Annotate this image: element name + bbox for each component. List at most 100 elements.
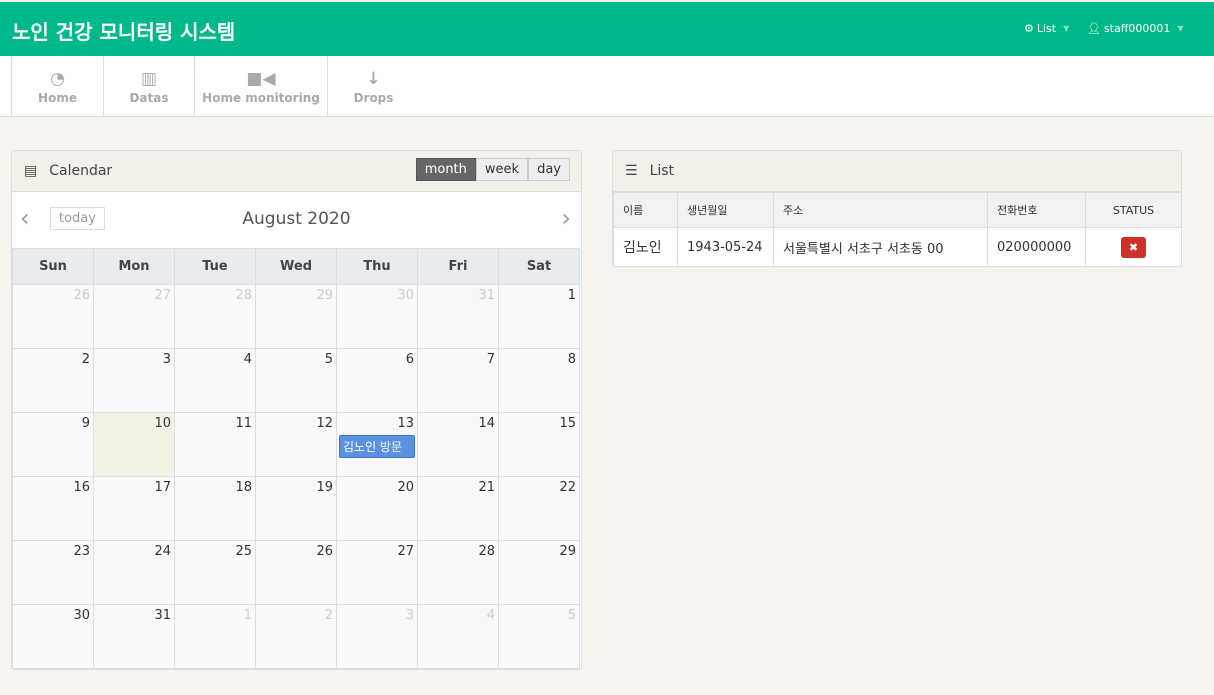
day-number: 14 <box>478 416 495 431</box>
day-number: 28 <box>235 288 252 303</box>
list-menu[interactable]: ⚙ List ▼ <box>1024 22 1069 35</box>
day-number: 1 <box>243 608 252 623</box>
weekday-header: Sun <box>12 248 94 285</box>
day-cell[interactable]: 5 <box>255 348 337 413</box>
day-cell[interactable]: 1 <box>498 284 580 349</box>
nav-home[interactable]: ◔ Home <box>11 56 103 117</box>
day-number: 11 <box>235 416 252 431</box>
day-number: 28 <box>478 544 495 559</box>
day-cell[interactable]: 23 <box>12 540 94 605</box>
cell-address: 서울특별시 서초구 서초동 00 <box>773 227 988 267</box>
month-title: August 2020 <box>242 209 351 229</box>
day-number: 18 <box>235 480 252 495</box>
day-number: 27 <box>397 544 414 559</box>
day-cell[interactable]: 20 <box>336 476 418 541</box>
day-cell[interactable]: 1 <box>174 604 256 669</box>
day-number: 16 <box>73 480 90 495</box>
day-cell[interactable]: 2 <box>255 604 337 669</box>
weekday-header: Tue <box>174 248 256 285</box>
user-menu[interactable]: 👤︎ staff000001 ▼ <box>1087 22 1183 35</box>
day-number: 24 <box>154 544 171 559</box>
nav-datas[interactable]: ▥ Datas <box>103 56 194 117</box>
nav-drops[interactable]: ↓ Drops <box>327 56 419 117</box>
day-number: 8 <box>567 352 576 367</box>
day-cell[interactable]: 4 <box>417 604 499 669</box>
day-cell[interactable]: 18 <box>174 476 256 541</box>
day-cell[interactable]: 22 <box>498 476 580 541</box>
day-cell[interactable]: 10 <box>93 412 175 477</box>
cell-birth: 1943-05-24 <box>677 227 774 267</box>
view-week-button[interactable]: week <box>475 158 529 181</box>
gear-icon: ⚙ <box>1024 22 1034 35</box>
day-cell[interactable]: 5 <box>498 604 580 669</box>
calendar-toolbar: ‹ today August 2020 › <box>12 192 581 248</box>
caret-down-icon: ▼ <box>1177 24 1184 33</box>
day-cell[interactable]: 25 <box>174 540 256 605</box>
nav-label: Drops <box>353 90 394 105</box>
day-cell[interactable]: 31 <box>417 284 499 349</box>
day-cell[interactable]: 31 <box>93 604 175 669</box>
top-bar: 노인 건강 모니터링 시스템 ⚙ List ▼ 👤︎ staff000001 ▼ <box>0 2 1214 56</box>
day-cell[interactable]: 8 <box>498 348 580 413</box>
cell-name: 김노인 <box>613 227 678 267</box>
day-cell[interactable]: 29 <box>255 284 337 349</box>
day-number: 13 <box>397 416 414 431</box>
day-cell[interactable]: 2 <box>12 348 94 413</box>
delete-button[interactable]: ✖ <box>1121 236 1146 258</box>
cell-status: ✖ <box>1085 227 1182 267</box>
day-cell[interactable]: 21 <box>417 476 499 541</box>
day-number: 26 <box>73 288 90 303</box>
day-cell[interactable]: 30 <box>12 604 94 669</box>
day-cell[interactable]: 19 <box>255 476 337 541</box>
day-cell[interactable]: 26 <box>12 284 94 349</box>
day-number: 23 <box>73 544 90 559</box>
calendar-event[interactable]: 김노인 방문 <box>339 435 415 458</box>
day-cell[interactable]: 27 <box>93 284 175 349</box>
day-cell[interactable]: 30 <box>336 284 418 349</box>
day-number: 7 <box>486 352 495 367</box>
view-day-button[interactable]: day <box>528 158 570 181</box>
table-header-row: 이름 생년월일 주소 전화번호 STATUS <box>613 192 1182 228</box>
day-number: 2 <box>324 608 333 623</box>
day-number: 19 <box>316 480 333 495</box>
weekday-header: Mon <box>93 248 175 285</box>
nav-home-monitoring[interactable]: ■◀ Home monitoring <box>194 56 327 117</box>
day-number: 21 <box>478 480 495 495</box>
nav-label: Home monitoring <box>202 90 320 105</box>
day-cell[interactable]: 29 <box>498 540 580 605</box>
week-row: 23 24 25 26 27 28 29 <box>12 540 580 605</box>
day-cell[interactable]: 28 <box>417 540 499 605</box>
day-cell[interactable]: 28 <box>174 284 256 349</box>
user-icon: 👤︎ <box>1087 22 1101 35</box>
day-cell[interactable]: 11 <box>174 412 256 477</box>
nav-label: Datas <box>129 90 169 105</box>
day-cell[interactable]: 27 <box>336 540 418 605</box>
day-cell[interactable]: 12 <box>255 412 337 477</box>
week-row: 16 17 18 19 20 21 22 <box>12 476 580 541</box>
day-cell[interactable]: 3 <box>336 604 418 669</box>
day-cell[interactable]: 6 <box>336 348 418 413</box>
day-cell[interactable]: 17 <box>93 476 175 541</box>
day-cell[interactable]: 15 <box>498 412 580 477</box>
day-cell[interactable]: 24 <box>93 540 175 605</box>
day-cell[interactable]: 4 <box>174 348 256 413</box>
video-camera-icon: ■◀ <box>246 68 276 89</box>
day-cell[interactable]: 16 <box>12 476 94 541</box>
day-number: 27 <box>154 288 171 303</box>
day-cell[interactable]: 13 김노인 방문 <box>336 412 418 477</box>
day-cell[interactable]: 9 <box>12 412 94 477</box>
day-cell[interactable]: 26 <box>255 540 337 605</box>
list-icon: ☰ <box>625 163 638 179</box>
next-month-button[interactable]: › <box>561 204 571 232</box>
day-number: 10 <box>154 416 171 431</box>
week-row: 26 27 28 29 30 31 1 <box>12 284 580 349</box>
day-cell[interactable]: 14 <box>417 412 499 477</box>
patient-table: 이름 생년월일 주소 전화번호 STATUS 김노인 1943-05-24 서울… <box>613 192 1182 267</box>
table-row[interactable]: 김노인 1943-05-24 서울특별시 서초구 서초동 00 02000000… <box>613 227 1182 267</box>
bar-chart-icon: ▥ <box>140 68 158 89</box>
day-cell[interactable]: 7 <box>417 348 499 413</box>
week-row: 2 3 4 5 6 7 8 <box>12 348 580 413</box>
day-number: 20 <box>397 480 414 495</box>
view-month-button[interactable]: month <box>415 158 476 181</box>
day-cell[interactable]: 3 <box>93 348 175 413</box>
